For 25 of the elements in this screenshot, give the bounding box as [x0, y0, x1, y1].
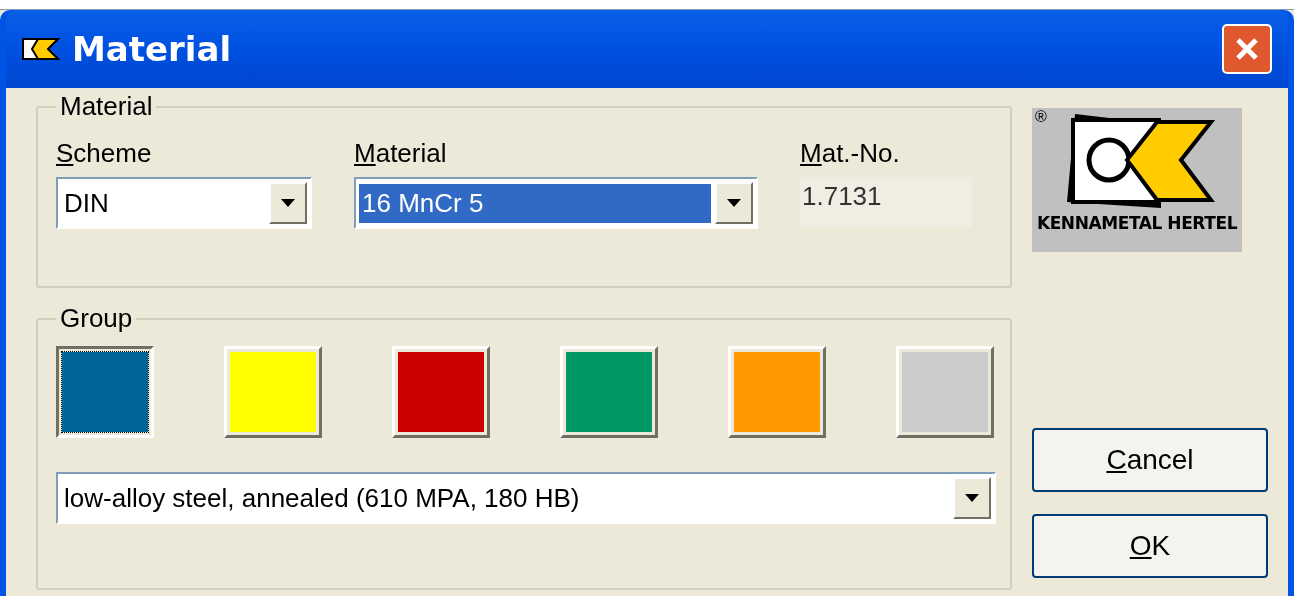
- dropdown-arrow-button[interactable]: [269, 182, 307, 224]
- close-icon: [1235, 37, 1259, 61]
- logo-text: KENNAMETAL HERTEL: [1036, 212, 1238, 234]
- material-number: 1.7131: [800, 177, 972, 227]
- field-label: Material: [354, 138, 447, 168]
- window-title: Material: [72, 27, 233, 71]
- close-button[interactable]: [1222, 24, 1272, 74]
- dropdown-field[interactable]: DIN: [56, 177, 312, 229]
- field-label: Scheme: [56, 138, 152, 168]
- field-label: Mat.-No.: [800, 138, 900, 168]
- caret-icon: [281, 199, 295, 207]
- field-value: low-alloy steel, annealed (610 MPA, 180 HB): [63, 481, 581, 515]
- registered-mark: ®: [1035, 108, 1047, 126]
- dropdown-field[interactable]: low-alloy steel, annealed (610 MPA, 180 HB): [56, 472, 996, 524]
- dialog-button[interactable]: OK: [1032, 514, 1268, 578]
- app-icon: [22, 36, 60, 62]
- dialog-button[interactable]: Cancel: [1032, 428, 1268, 492]
- caret-icon: [727, 199, 741, 207]
- field-value: DIN: [63, 186, 110, 220]
- color-swatch-button[interactable]: [56, 346, 154, 438]
- dropdown-field[interactable]: 16 MnCr 5: [354, 177, 758, 229]
- dropdown-arrow-button[interactable]: [953, 477, 991, 519]
- field-value: 16 MnCr 5: [359, 183, 711, 223]
- dropdown-arrow-button[interactable]: [715, 182, 753, 224]
- caret-icon: [965, 494, 979, 502]
